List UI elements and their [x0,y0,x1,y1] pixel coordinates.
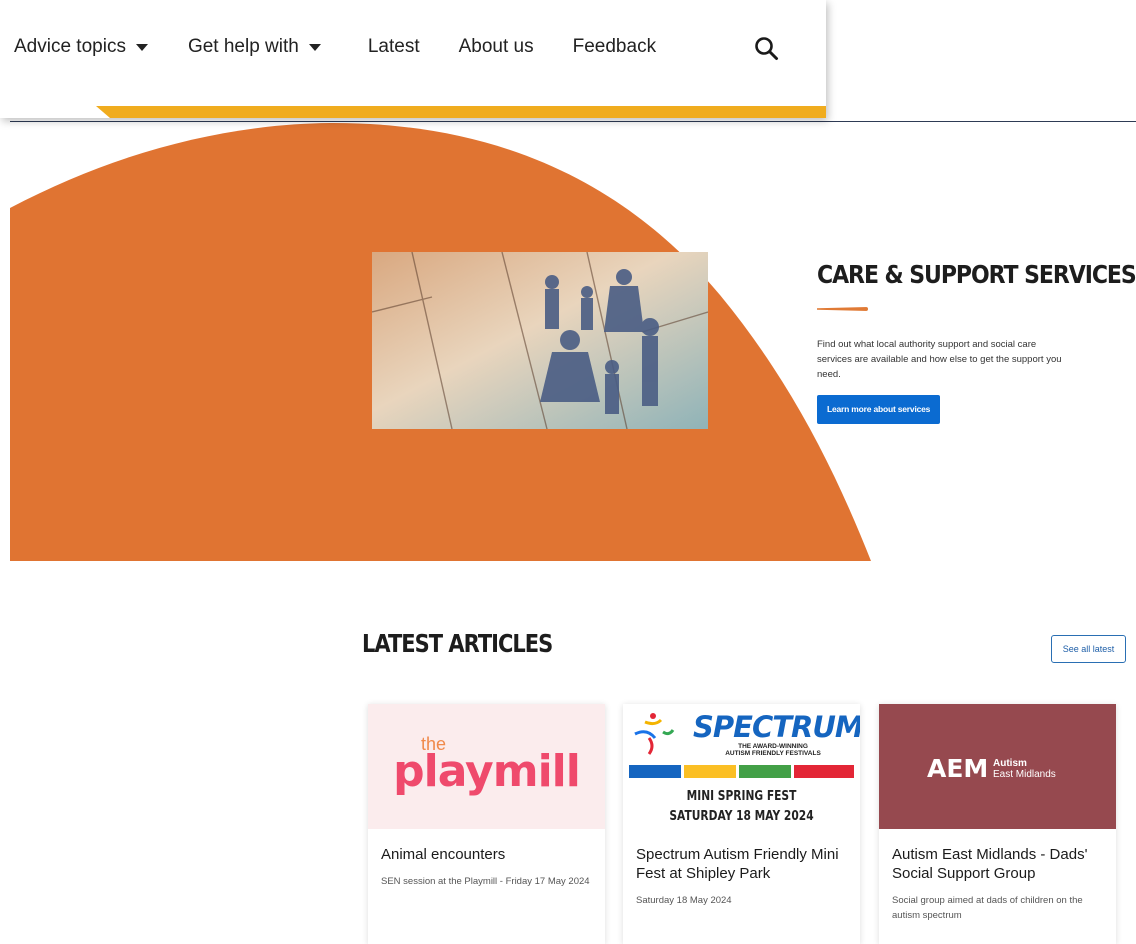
aem-logo-text: AEM [927,754,989,783]
article-card-animal-encounters[interactable]: the playmill Animal encounters SEN sessi… [368,704,605,944]
nav-feedback-label: Feedback [572,36,657,57]
aem-logo-line-2: East Midlands [993,769,1056,780]
nav-about-us[interactable]: About us [459,36,534,58]
hero-image-paper-family [372,252,708,429]
card-subtitle: Saturday 18 May 2024 [636,895,732,906]
nav-get-help-with-label: Get help with [187,36,299,57]
nav-advice-topics[interactable]: Advice topics [14,36,148,58]
playmill-logo-big: playmill [393,746,581,797]
search-button[interactable] [752,34,782,64]
card-title: Autism East Midlands - Dads' Social Supp… [892,846,1088,882]
aem-logo-image: AEM Autism East Midlands [879,704,1116,829]
nav-accent-bar [96,106,826,118]
nav-latest[interactable]: Latest [368,36,420,58]
caret-down-icon [135,43,148,51]
nav-feedback[interactable]: Feedback [573,36,656,58]
card-subtitle: Social group aimed at dads of children o… [892,895,1083,921]
spectrum-figure-icon [634,713,675,755]
article-card-spectrum[interactable]: SPECTRUM THE AWARD-WINNING AUTISM FRIEND… [623,704,860,944]
card-subtitle: SEN session at the Playmill - Friday 17 … [381,876,590,887]
spectrum-logo-image: SPECTRUM THE AWARD-WINNING AUTISM FRIEND… [623,704,860,829]
spectrum-tagline-1: THE AWARD-WINNING [738,743,808,750]
spectrum-logo-text: SPECTRUM [693,710,860,744]
nav-advice-topics-label: Advice topics [14,36,126,57]
spectrum-line-1: MINI SPRING FEST [686,789,797,804]
latest-articles-heading: LATEST ARTICLES [362,629,553,658]
card-title: Animal encounters [381,846,506,863]
nav-items: Advice topics Get help with Latest About… [14,36,695,58]
playmill-logo-image: the playmill [368,704,605,829]
spectrum-tagline-2: AUTISM FRIENDLY FESTIVALS [725,750,821,757]
spectrum-line-2: SATURDAY 18 MAY 2024 [669,809,814,824]
article-card-aem[interactable]: AEM Autism East Midlands Autism East Mid… [879,704,1116,944]
hero-title-underline [817,307,868,311]
caret-down-icon [308,43,321,51]
card-title: Spectrum Autism Friendly Mini Fest at Sh… [636,846,839,882]
search-icon [755,37,778,60]
learn-more-button[interactable]: Learn more about services [817,395,941,424]
nav-latest-label: Latest [367,36,420,57]
nav-get-help-with[interactable]: Get help with [188,36,321,58]
hero-text-block: CARE & SUPPORT SERVICES Find out what lo… [817,260,1136,424]
main-navigation: Advice topics Get help with Latest About… [0,0,826,118]
see-all-latest-button[interactable]: See all latest [1051,635,1126,663]
nav-about-us-label: About us [458,36,534,57]
aem-logo-line-1: Autism [993,758,1027,769]
hero-description: Find out what local authority support an… [817,339,1062,380]
hero-title: CARE & SUPPORT SERVICES [817,260,1136,289]
